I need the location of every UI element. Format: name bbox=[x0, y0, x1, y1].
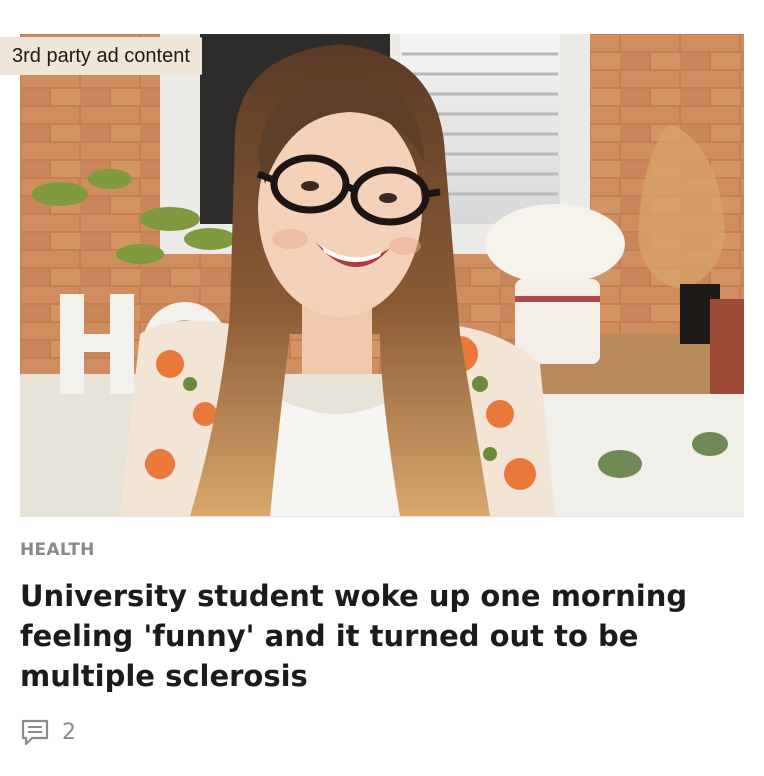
comment-count: 2 bbox=[62, 719, 76, 745]
article-photo bbox=[20, 34, 744, 516]
third-party-ad-badge: 3rd party ad content bbox=[0, 37, 202, 75]
comment-icon bbox=[20, 717, 50, 747]
article-card[interactable]: 3rd party ad content HEALTH University s… bbox=[0, 0, 764, 776]
article-image[interactable] bbox=[20, 34, 744, 517]
article-headline[interactable]: University student woke up one morning f… bbox=[20, 576, 744, 696]
comments-link[interactable]: 2 bbox=[20, 716, 76, 748]
article-category[interactable]: HEALTH bbox=[20, 540, 95, 560]
